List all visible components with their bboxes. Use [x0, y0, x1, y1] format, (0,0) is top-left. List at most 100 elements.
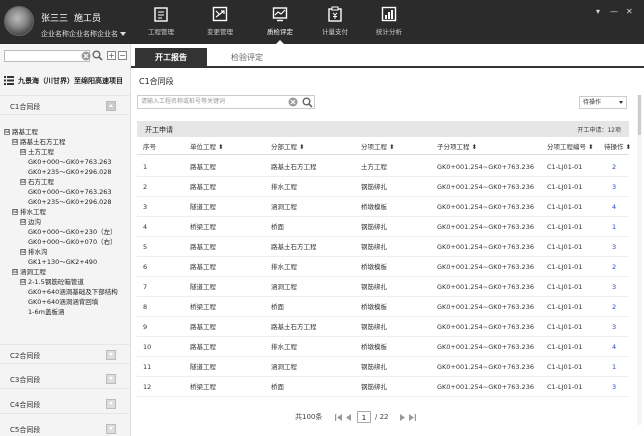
project-title[interactable]: 九景海（川甘界）至绵阳高速项目: [4, 75, 129, 87]
avatar[interactable]: [4, 6, 34, 36]
table-row[interactable]: 5 路基工程 路基土石方工程 钢筋绑扎 GK0+001.254~GK0+763.236 C…: [137, 237, 629, 257]
tree-node[interactable]: GK0+640涵洞基础及下部结构: [28, 286, 118, 296]
collapse-toggle-icon[interactable]: [106, 101, 116, 111]
search-input[interactable]: 请输入工程名称或桩号等关键词: [137, 95, 315, 109]
tree-node[interactable]: ⊟ 路基工程: [4, 126, 38, 136]
first-page-icon[interactable]: [334, 413, 343, 422]
tree-node[interactable]: GK0+000～GK0+763.263: [28, 186, 112, 196]
next-page-icon[interactable]: [399, 413, 406, 422]
tree-node[interactable]: 1-6m盖板涵: [28, 306, 64, 316]
table-scrollbar[interactable]: [637, 95, 642, 425]
table-row[interactable]: 10 路基工程 排水工程 桥墩模板 GK0+001.254~GK0+763.236 C1-…: [137, 337, 629, 357]
tree-node[interactable]: GK1+130～GK2+490: [28, 256, 97, 266]
tree-node[interactable]: ⊟ 排水工程: [12, 206, 46, 216]
collapse-node-icon[interactable]: ⊟: [20, 219, 26, 225]
company-selector[interactable]: 企业名称企业名称企业名: [41, 29, 126, 39]
search-icon[interactable]: [302, 97, 313, 108]
page-number-input[interactable]: 1: [357, 411, 371, 423]
table-row[interactable]: 3 隧道工程 涵洞工程 桥墩模板 GK0+001.254~GK0+763.236 C1-L…: [137, 197, 629, 217]
nav-statistics[interactable]: 统计分析: [363, 0, 415, 44]
column-header[interactable]: 分项工程 ⬍: [361, 139, 395, 155]
column-header[interactable]: 分项工程编号 ⬍: [547, 139, 594, 155]
status-select[interactable]: 待操作: [579, 96, 627, 109]
table-row[interactable]: 1 路基工程 路基土石方工程 土方工程 GK0+001.254~GK0+763.236 C…: [137, 157, 629, 177]
expand-toggle-icon[interactable]: [106, 374, 116, 384]
nav-quality-inspection[interactable]: 质检评定: [254, 0, 306, 44]
column-header[interactable]: 子分项工程 ⬍: [437, 139, 477, 155]
settings-dropdown-icon[interactable]: ▾: [596, 7, 600, 17]
collapse-node-icon[interactable]: ⊟: [12, 209, 18, 215]
tree-node[interactable]: GK0+000～GK0+763.263: [28, 156, 112, 166]
collapse-node-icon[interactable]: ⊟: [12, 269, 18, 275]
close-icon[interactable]: ✕: [626, 7, 633, 17]
section-c3[interactable]: C3合同段: [0, 369, 130, 389]
tree-node[interactable]: ⊟ 涵洞工程: [12, 266, 46, 276]
tree-node[interactable]: GK0+640涵洞涵背回填: [28, 296, 98, 306]
table-row[interactable]: 4 桥梁工程 桥面 钢筋绑扎 GK0+001.254~GK0+763.236 C1-LJ0…: [137, 217, 629, 237]
clear-icon[interactable]: [81, 51, 91, 61]
nav-change-management[interactable]: 变更管理: [194, 0, 246, 44]
clear-icon[interactable]: [288, 97, 298, 107]
tree-node[interactable]: ⊟ 2-1.5钢筋砼箱管道: [20, 276, 84, 286]
nav-project-management[interactable]: 工程管理: [135, 0, 187, 44]
pending-count-link[interactable]: 3: [612, 377, 616, 397]
pending-count-link[interactable]: 3: [612, 177, 616, 197]
tree-node[interactable]: GK0+235～GK0+296.028: [28, 196, 112, 206]
column-header[interactable]: 待操作 ⬍: [604, 139, 631, 155]
table-row[interactable]: 2 路基工程 排水工程 钢筋绑扎 GK0+001.254~GK0+763.236 C1-L…: [137, 177, 629, 197]
nav-label: 工程管理: [148, 28, 174, 36]
pending-count-link[interactable]: 2: [612, 157, 616, 177]
table-row[interactable]: 6 路基工程 排水工程 桥墩模板 GK0+001.254~GK0+763.236 C1-L…: [137, 257, 629, 277]
table-cell: 路基工程: [190, 263, 216, 271]
table-row[interactable]: 8 桥梁工程 桥面 桥墩模板 GK0+001.254~GK0+763.236 C1-LJ0…: [137, 297, 629, 317]
collapse-node-icon[interactable]: ⊟: [20, 279, 26, 285]
collapse-node-icon[interactable]: ⊟: [4, 129, 10, 135]
section-c2[interactable]: C2合同段: [0, 344, 130, 364]
table-row[interactable]: 11 隧道工程 涵洞工程 钢筋绑扎 GK0+001.254~GK0+763.236 C1-…: [137, 357, 629, 377]
tab-start-report[interactable]: 开工报告: [135, 48, 207, 68]
tree-node[interactable]: ⊟ 路基土石方工程: [12, 136, 66, 146]
pending-count-link[interactable]: 3: [612, 317, 616, 337]
pending-count-link[interactable]: 4: [612, 197, 616, 217]
column-header[interactable]: 单位工程 ⬍: [190, 139, 224, 155]
tree-node[interactable]: ⊟ 土方工程: [20, 146, 54, 156]
column-header[interactable]: 分部工程 ⬍: [271, 139, 305, 155]
pending-count-link[interactable]: 2: [612, 297, 616, 317]
sidebar-search-input[interactable]: [4, 50, 91, 62]
tree-node[interactable]: GK0+235～GK0+296.028: [28, 166, 112, 176]
tree-node[interactable]: ⊟ 边沟: [20, 216, 41, 226]
collapse-node-icon[interactable]: ⊟: [20, 179, 26, 185]
tree-node[interactable]: ⊟ 石方工程: [20, 176, 54, 186]
tree-node[interactable]: GK0+000～GK0+230（左）: [28, 226, 117, 236]
expand-toggle-icon[interactable]: [106, 350, 116, 360]
pending-count-link[interactable]: 4: [612, 337, 616, 357]
pending-count-link[interactable]: 1: [612, 217, 616, 237]
table-row[interactable]: 7 隧道工程 涵洞工程 钢筋绑扎 GK0+001.254~GK0+763.236 C1-L…: [137, 277, 629, 297]
pending-count-link[interactable]: 2: [612, 257, 616, 277]
expand-toggle-icon[interactable]: [106, 424, 116, 434]
collapse-node-icon[interactable]: ⊟: [12, 139, 18, 145]
nav-payment[interactable]: 计量支付: [309, 0, 361, 44]
tab-inspection[interactable]: 检验评定: [211, 48, 283, 68]
table-row[interactable]: 9 路基工程 路基土石方工程 钢筋绑扎 GK0+001.254~GK0+763.236 C…: [137, 317, 629, 337]
tree-node[interactable]: GK0+000～GK0+070（右）: [28, 236, 117, 246]
collapse-node-icon[interactable]: ⊟: [20, 149, 26, 155]
minimize-icon[interactable]: —: [610, 7, 618, 17]
prev-page-icon[interactable]: [345, 413, 352, 422]
collapse-all-icon[interactable]: −: [118, 51, 127, 60]
tree-node[interactable]: ⊟ 排水沟: [20, 246, 48, 256]
expand-all-icon[interactable]: +: [107, 51, 116, 60]
pending-count-link[interactable]: 3: [612, 237, 616, 257]
section-c5[interactable]: C5合同段: [0, 419, 130, 436]
section-c1[interactable]: C1合同段: [0, 95, 130, 115]
collapse-node-icon[interactable]: ⊟: [20, 249, 26, 255]
scrollbar-thumb[interactable]: [638, 95, 641, 135]
pending-count-link[interactable]: 3: [612, 277, 616, 297]
last-page-icon[interactable]: [408, 413, 417, 422]
section-c4[interactable]: C4合同段: [0, 394, 130, 414]
table-row[interactable]: 12 桥梁工程 桥面 钢筋绑扎 GK0+001.254~GK0+763.236 C1-LJ…: [137, 377, 629, 397]
nav-label: 计量支付: [322, 28, 348, 36]
search-icon[interactable]: [92, 50, 103, 61]
expand-toggle-icon[interactable]: [106, 399, 116, 409]
pending-count-link[interactable]: 1: [612, 357, 616, 377]
